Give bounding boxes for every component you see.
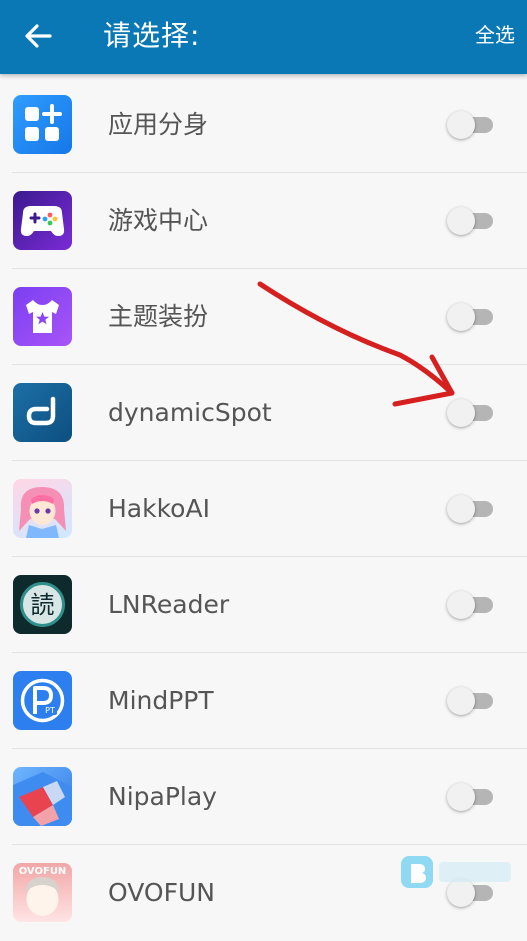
app-toggle[interactable] — [447, 207, 495, 235]
game-center-icon — [13, 191, 72, 250]
watermark-logo — [401, 856, 511, 888]
mindppt-icon: PT — [13, 671, 72, 730]
app-name: MindPPT — [108, 686, 214, 715]
back-button[interactable] — [18, 18, 58, 54]
hakkoai-icon — [13, 479, 72, 538]
app-toggle[interactable] — [447, 495, 495, 523]
nipaplay-icon — [13, 767, 72, 826]
lnreader-icon: 読 — [13, 575, 72, 634]
ovofun-icon: OVOFUN — [13, 863, 72, 922]
app-name: dynamicSpot — [108, 398, 272, 427]
arrow-left-icon — [25, 24, 52, 48]
app-toggle[interactable] — [447, 399, 495, 427]
app-name: NipaPlay — [108, 782, 217, 811]
app-name: HakkoAI — [108, 494, 210, 523]
app-list: 应用分身 游戏中心 主题装扮 dynamicSpot HakkoAI 読 LNR… — [0, 77, 527, 941]
list-item[interactable]: PT MindPPT — [0, 653, 527, 749]
app-bar: 请选择: 全选 — [0, 0, 527, 74]
svg-text:PT: PT — [45, 706, 55, 715]
list-item[interactable]: HakkoAI — [0, 461, 527, 557]
app-toggle[interactable] — [447, 687, 495, 715]
app-name: 游戏中心 — [108, 206, 209, 235]
dynamicspot-icon — [13, 383, 72, 442]
list-item[interactable]: NipaPlay — [0, 749, 527, 845]
list-item[interactable]: 主题装扮 — [0, 269, 527, 365]
app-name: 应用分身 — [108, 110, 209, 139]
page-title: 请选择: — [103, 19, 201, 52]
list-item[interactable]: 应用分身 — [0, 77, 527, 173]
svg-text:OVOFUN: OVOFUN — [19, 866, 67, 877]
app-name: OVOFUN — [108, 878, 215, 907]
app-toggle[interactable] — [447, 783, 495, 811]
list-item[interactable]: dynamicSpot — [0, 365, 527, 461]
app-name: LNReader — [108, 590, 230, 619]
theme-store-icon — [13, 287, 72, 346]
svg-text:読: 読 — [31, 591, 55, 619]
app-name: 主题装扮 — [108, 302, 209, 331]
app-clone-icon — [13, 95, 72, 154]
list-item[interactable]: 游戏中心 — [0, 173, 527, 269]
list-item[interactable]: 読 LNReader — [0, 557, 527, 653]
app-toggle[interactable] — [447, 111, 495, 139]
app-toggle[interactable] — [447, 591, 495, 619]
select-all-button[interactable]: 全选 — [475, 20, 515, 50]
app-toggle[interactable] — [447, 303, 495, 331]
